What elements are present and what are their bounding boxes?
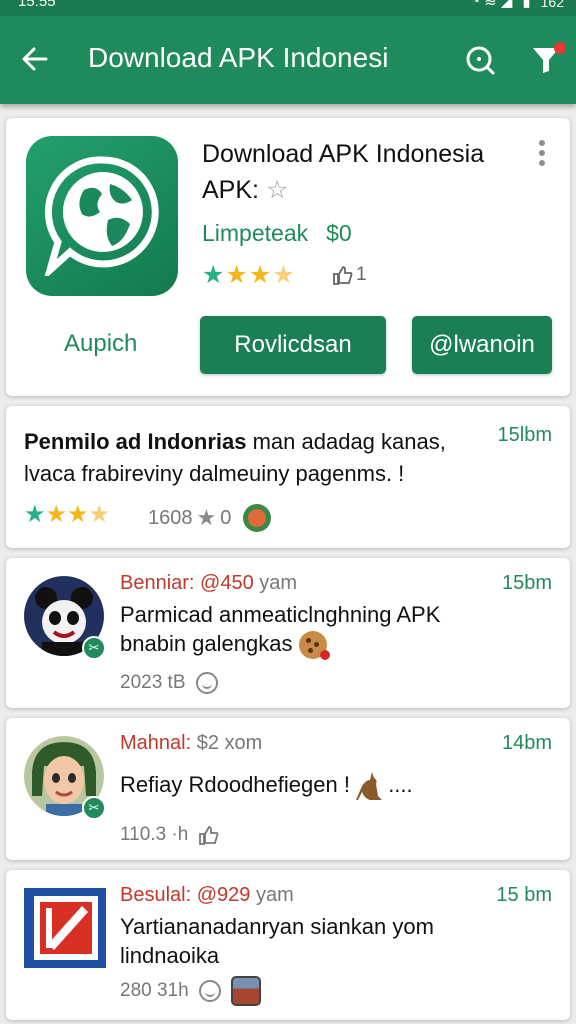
- battery-level: 162: [540, 0, 564, 10]
- app-name-line1: Download APK Indonesia: [202, 140, 485, 168]
- star-icon: ★: [196, 505, 217, 530]
- post-card[interactable]: Besulal: @929 yam 15 bm Yartiananadanrya…: [6, 870, 570, 1020]
- app-name: Download APK Indonesia APK: ☆: [202, 136, 522, 208]
- post-time: 14bm: [501, 732, 552, 754]
- star-icon: ★: [24, 501, 46, 528]
- username: Besulal: @929: [120, 884, 251, 906]
- feature-rating: ★★★★: [24, 500, 110, 529]
- post-meta-value: 280 31h: [120, 980, 189, 1001]
- globe-chat-icon: [44, 156, 159, 276]
- notification-dot: [554, 42, 566, 54]
- feature-post-card[interactable]: Penmilo ad Indonrias man adadag kanas, l…: [6, 406, 570, 548]
- username-suffix: $2 xom: [191, 732, 263, 754]
- app-price: $0: [326, 220, 352, 246]
- more-options-icon[interactable]: [536, 140, 548, 166]
- post-meta: 280 31h: [120, 976, 261, 1006]
- smile-icon[interactable]: [195, 672, 218, 694]
- developer-price: Limpeteak $0: [202, 220, 352, 247]
- post-time: 15bm: [501, 572, 552, 594]
- count-value: 1608: [148, 506, 193, 529]
- feature-headline: Penmilo ad Indonrias man adadag kanas, l…: [24, 426, 482, 490]
- thumbs-up-icon[interactable]: [198, 825, 220, 845]
- avatar[interactable]: ✂: [24, 576, 106, 660]
- search-icon[interactable]: [464, 44, 496, 76]
- post-meta: 2023 tB: [120, 672, 218, 694]
- username-suffix: yam: [253, 572, 298, 594]
- brand-logo-icon[interactable]: [24, 888, 106, 968]
- back-arrow-icon[interactable]: [20, 44, 50, 74]
- username: Benniar: @450: [120, 572, 254, 594]
- smile-icon[interactable]: [198, 980, 221, 1002]
- status-bar: 15:55 ◔ ≋ ◢ ▮ 162: [0, 0, 576, 16]
- avatar[interactable]: ✂: [24, 736, 106, 820]
- post-text: Refiay Rdoodhefiegen !: [120, 772, 350, 797]
- app-rating: ★★★★: [202, 260, 296, 290]
- app-bar: 15:55 ◔ ≋ ◢ ▮ 162 Download APK Indonesi: [0, 0, 576, 104]
- like-count-value: 1: [356, 264, 367, 285]
- text-action-button[interactable]: Aupich: [64, 330, 137, 358]
- post-username: Mahnal: $2 xom: [120, 732, 262, 755]
- secondary-button[interactable]: @lwanoin: [412, 316, 552, 374]
- post-body: Parmicad anmeaticlnghning APK bnabin gal…: [120, 600, 500, 661]
- star-icon: ★: [67, 501, 89, 528]
- headline-bold: Penmilo ad Indonrias: [24, 429, 247, 454]
- post-username: Besulal: @929 yam: [120, 884, 294, 907]
- favorite-star-icon[interactable]: ☆: [266, 176, 288, 204]
- developer-name: Limpeteak: [202, 220, 309, 246]
- post-username: Benniar: @450 yam: [120, 572, 297, 595]
- filter-button[interactable]: [530, 42, 566, 76]
- star-icon: ★: [225, 261, 249, 289]
- page-title: Download APK Indonesi: [88, 42, 389, 73]
- app-icon: [26, 136, 178, 296]
- app-name-line2: APK:: [202, 176, 259, 204]
- photo-thumbnail-icon[interactable]: [230, 976, 261, 1006]
- count-suffix: 0: [220, 506, 232, 529]
- status-time: 15:55: [18, 0, 56, 10]
- post-meta: 110.3 ·h: [120, 824, 220, 846]
- post-body: Yartiananadanryan siankan yom lindnaoika: [120, 914, 434, 968]
- post-time: 15lbm: [497, 424, 552, 446]
- post-meta-value: 110.3 ·h: [120, 824, 189, 845]
- wifi-icon: ◔ ≋ ◢: [470, 0, 513, 10]
- app-card: Download APK Indonesia APK: ☆ Limpeteak $…: [6, 118, 570, 396]
- star-icon: ★: [248, 261, 273, 289]
- post-meta-value: 2023 tB: [120, 672, 186, 693]
- like-count[interactable]: 1: [332, 264, 367, 286]
- app-name-line2-wrap: APK: ☆: [202, 172, 522, 208]
- battery-icon: ▮: [522, 0, 531, 10]
- post-card[interactable]: ✂ Mahnal: $2 xom 14bm Refiay Rdoodhefieg…: [6, 718, 570, 860]
- post-card[interactable]: ✂ Benniar: @450 yam 15bm Parmicad anmeat…: [6, 558, 570, 708]
- cookie-emoji-icon: [298, 631, 330, 661]
- verified-badge-icon: ✂: [82, 636, 106, 660]
- post-body: Refiay Rdoodhefiegen ! ....: [120, 770, 500, 802]
- post-text-suffix: ....: [388, 772, 413, 797]
- thumbs-up-icon: [333, 266, 353, 285]
- star-icon: ★: [272, 261, 296, 289]
- status-icons: ◔ ≋ ◢ ▮ 162: [470, 0, 564, 10]
- verified-badge-icon: ✂: [82, 796, 106, 820]
- username: Mahnal:: [120, 732, 192, 754]
- post-time: 15 bm: [496, 884, 552, 906]
- star-icon: ★: [45, 501, 68, 528]
- post-text: Parmicad anmeaticlnghning APK bnabin gal…: [120, 602, 441, 656]
- star-icon: ★: [88, 501, 111, 528]
- feature-count: 1608 ★ 0: [148, 504, 272, 532]
- mask-emoji-icon: [243, 504, 272, 532]
- star-icon: ★: [202, 261, 226, 289]
- username-suffix: yam: [250, 884, 294, 906]
- primary-button[interactable]: Rovlicdsan: [200, 316, 386, 374]
- kangaroo-emoji-icon: [356, 772, 383, 801]
